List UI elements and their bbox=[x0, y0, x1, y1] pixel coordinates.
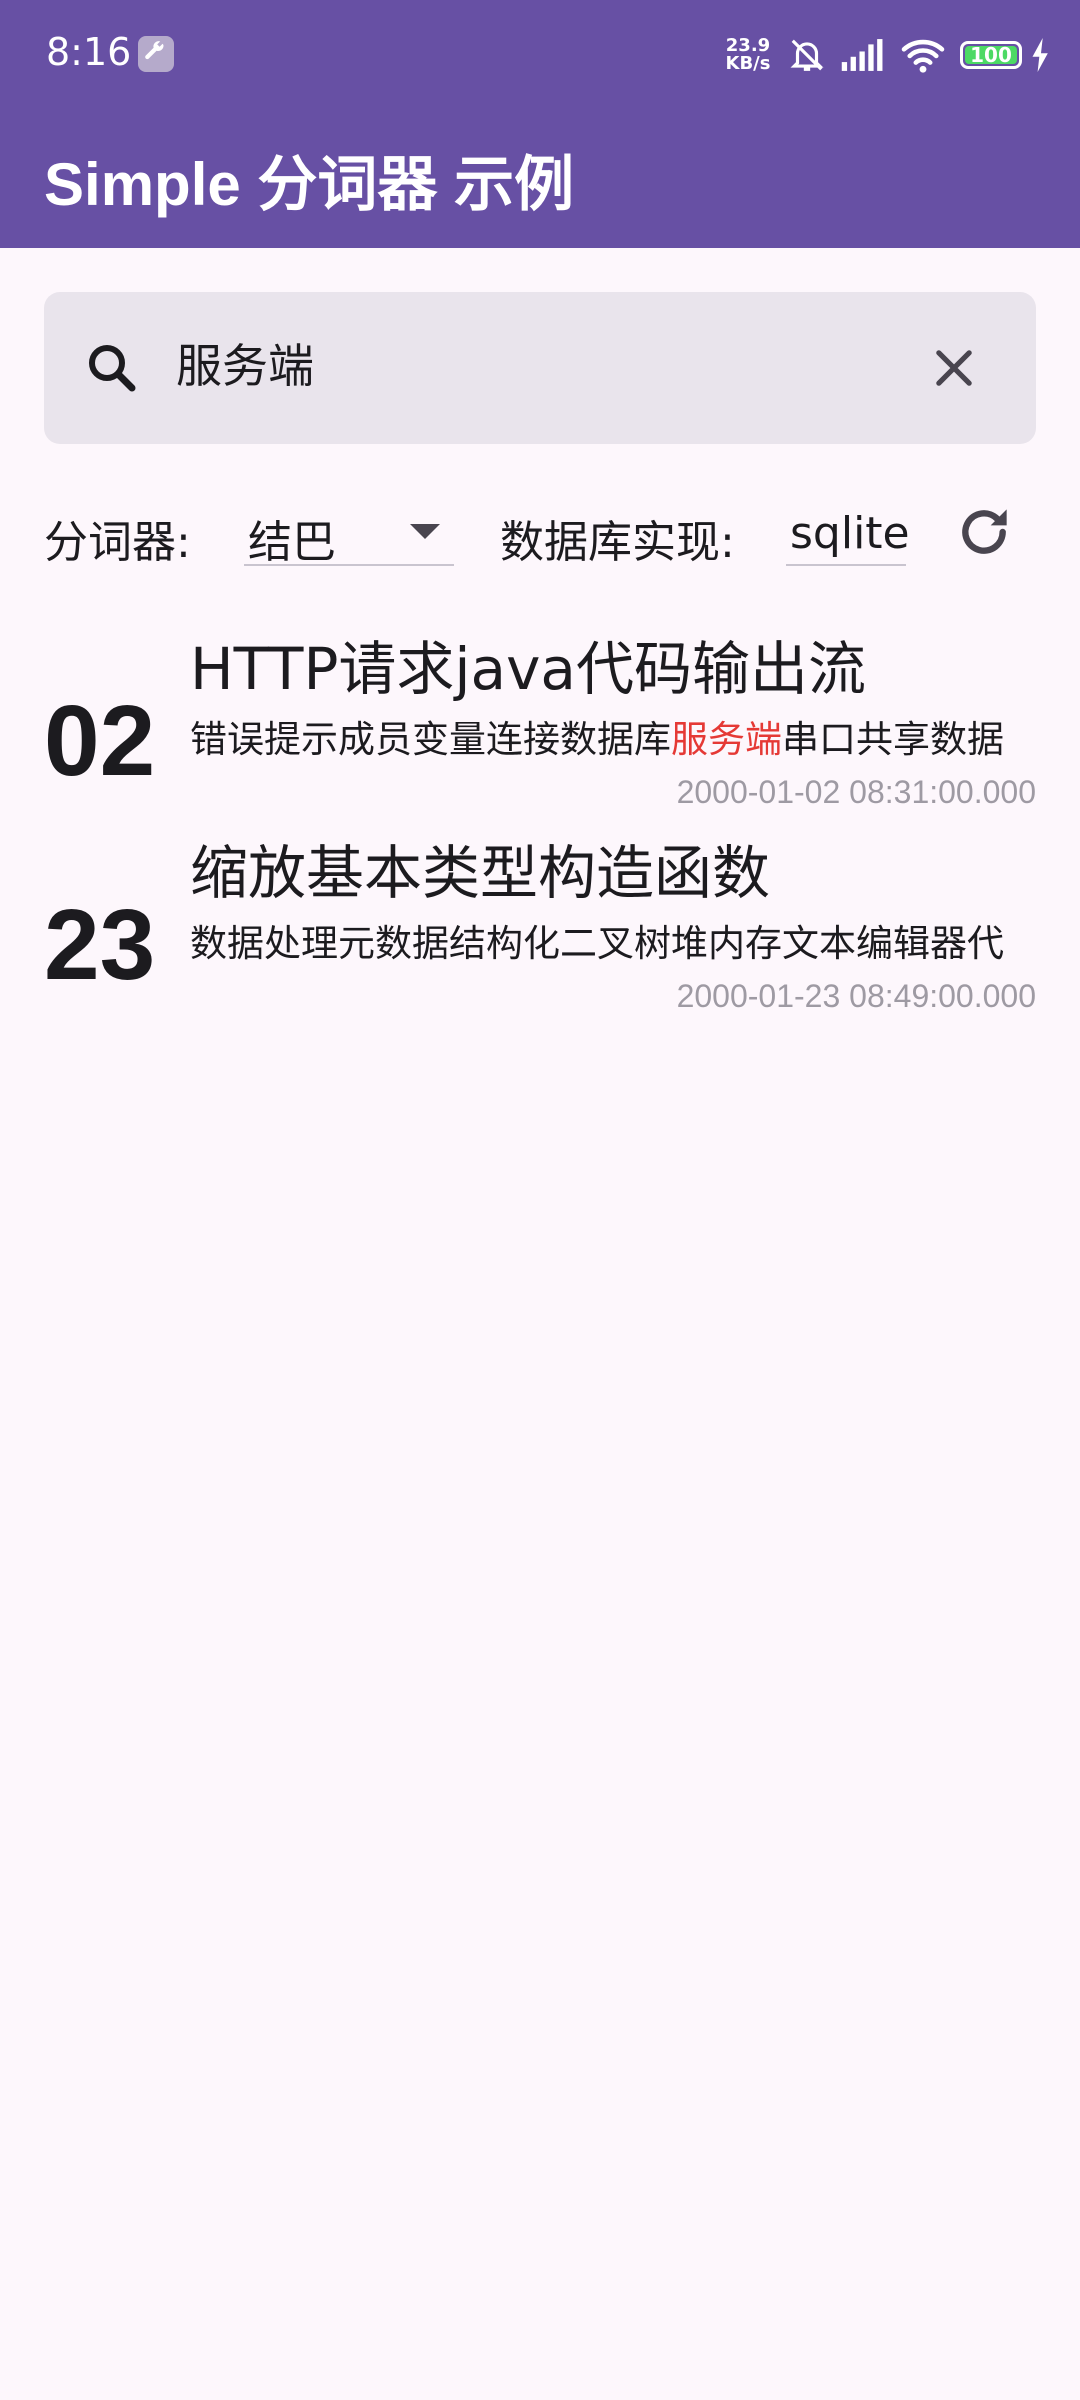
list-item[interactable]: 02 HTTP请求java代码输出流 错误提示成员变量连接数据库服务端串口共享数… bbox=[44, 634, 1036, 834]
result-time: 2000-01-23 08:49:00.000 bbox=[676, 978, 1036, 1014]
search-icon bbox=[82, 338, 142, 398]
result-title: 缩放基本类型构造函数 bbox=[190, 839, 771, 907]
app-title: Simple 分词器 示例 bbox=[44, 151, 575, 218]
signal-icon bbox=[840, 36, 886, 74]
tokenizer-label: 分词器: bbox=[44, 517, 191, 568]
result-content: 错误提示成员变量连接数据库服务端串口共享数据 bbox=[190, 718, 1004, 761]
app-bar: Simple 分词器 示例 bbox=[0, 110, 1080, 248]
tokenizer-value: 结巴 bbox=[248, 517, 336, 568]
controls-row: 分词器: 结巴 数据库实现: sqlite bbox=[44, 500, 1044, 572]
highlight-match: 服务端 bbox=[671, 718, 782, 761]
status-time: 8:16 bbox=[46, 30, 132, 74]
result-content: 数据处理元数据结构化二叉树堆内存文本编辑器代 bbox=[190, 922, 1004, 965]
chevron-down-icon bbox=[410, 524, 440, 539]
search-input[interactable]: 服务端 bbox=[176, 336, 314, 396]
result-day: 23 bbox=[44, 889, 156, 1001]
result-time: 2000-01-02 08:31:00.000 bbox=[676, 774, 1036, 810]
result-day: 02 bbox=[44, 685, 156, 797]
refresh-icon[interactable] bbox=[952, 500, 1016, 564]
status-bar: 8:16 23.9 KB/s 100 bbox=[0, 0, 1080, 110]
result-title: HTTP请求java代码输出流 bbox=[190, 635, 866, 703]
clear-icon[interactable] bbox=[928, 342, 980, 394]
tokenizer-dropdown[interactable]: 结巴 bbox=[244, 500, 454, 568]
db-label: 数据库实现: bbox=[500, 517, 735, 568]
list-item[interactable]: 23 缩放基本类型构造函数 数据处理元数据结构化二叉树堆内存文本编辑器代 200… bbox=[44, 838, 1036, 1038]
bell-off-icon bbox=[788, 36, 826, 74]
wifi-icon bbox=[900, 36, 946, 74]
battery-icon: 100 bbox=[960, 41, 1022, 69]
charging-icon bbox=[1030, 38, 1052, 72]
wrench-icon bbox=[138, 36, 174, 72]
network-speed: 23.9 KB/s bbox=[725, 35, 771, 74]
db-implementation-field[interactable]: sqlite bbox=[786, 500, 910, 566]
search-bar[interactable]: 服务端 bbox=[44, 292, 1036, 444]
db-value: sqlite bbox=[790, 508, 910, 559]
